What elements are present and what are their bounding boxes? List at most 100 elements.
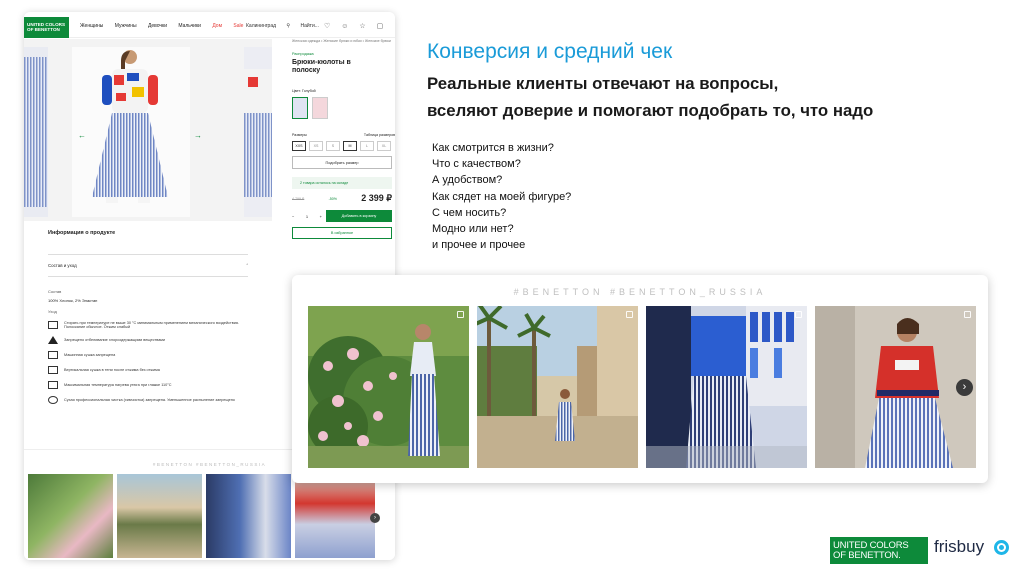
ugc-thumb[interactable]	[295, 474, 375, 558]
no-dry-clean-icon	[48, 396, 58, 404]
color-swatch-pink[interactable]	[312, 97, 328, 119]
wishlist-icon[interactable]: ☆	[359, 23, 365, 30]
benetton-logo-small[interactable]: UNITED COLORS OF BENETTON	[24, 17, 69, 38]
composition-label: Состав	[48, 289, 62, 294]
nav-item-boys[interactable]: Мальчики	[178, 23, 201, 29]
gallery-prev-arrow-icon[interactable]: ←	[78, 131, 86, 140]
pick-size-button[interactable]: Подобрать размер	[292, 156, 392, 169]
color-swatch-blue[interactable]	[292, 97, 308, 119]
search-link[interactable]: Найти...	[300, 23, 318, 29]
breadcrumb[interactable]: Женская одежда • Женские брюки и юбки • …	[292, 39, 395, 44]
ugc-photo[interactable]	[815, 306, 976, 468]
rose-bush-photo	[308, 306, 469, 468]
united-colors-of-benetton-logo: UNITED COLORS OF BENETTON.	[830, 537, 928, 564]
add-to-favorites-button[interactable]: В избранное	[292, 227, 392, 239]
nav-item-sale[interactable]: Sale	[233, 23, 243, 29]
size-option[interactable]: M	[343, 141, 357, 151]
ugc-thumb[interactable]	[206, 474, 291, 558]
ugc-photo[interactable]	[308, 306, 469, 468]
plus-icon[interactable]: +	[320, 214, 322, 219]
size-option[interactable]: S	[326, 141, 340, 151]
heart-icon[interactable]: ♡	[324, 23, 330, 30]
nav-item-women[interactable]: Женщины	[80, 23, 103, 29]
question-item: Как сядет на моей фигуре?	[432, 190, 572, 203]
frisbuy-logo-icon	[994, 540, 1009, 555]
iron-icon	[48, 381, 58, 389]
instagram-icon	[795, 311, 802, 318]
color-swatches	[292, 97, 395, 119]
question-item: С чем носить?	[432, 206, 507, 219]
size-option[interactable]: L	[360, 141, 374, 151]
user-icon[interactable]: ☺	[341, 23, 348, 30]
question-item: Как смотрится в жизни?	[432, 142, 554, 154]
no-tumble-dry-icon	[48, 351, 58, 359]
gallery-image-prev[interactable]	[24, 47, 48, 217]
stock-notice: 2 товара осталось на складе	[292, 177, 392, 189]
size-option[interactable]: XS	[309, 141, 323, 151]
add-to-cart-button[interactable]: Добавить в корзину	[326, 210, 392, 222]
city-selector[interactable]: Калининград	[246, 23, 276, 29]
gallery-next-arrow-icon[interactable]: →	[194, 131, 202, 140]
questions-list: Как смотрится в жизни? Что с качеством? …	[432, 140, 571, 253]
instagram-icon	[457, 311, 464, 318]
chevron-up-icon: ˆ	[246, 263, 248, 268]
chevron-right-icon[interactable]: ›	[956, 379, 973, 396]
no-bleach-icon	[48, 336, 58, 344]
sale-label: Распродажа	[292, 52, 314, 56]
ugc-thumb[interactable]	[28, 474, 113, 558]
red-hoodie-photo	[815, 306, 976, 468]
current-price: 2 399 ₽	[361, 193, 392, 203]
care-item: Запрещено отбеливание хлорсодержащими ве…	[48, 336, 248, 344]
question-item: А удобством?	[432, 174, 503, 187]
gallery-image-main[interactable]	[72, 47, 190, 217]
question-item: Модно или нет?	[432, 223, 514, 236]
gallery-image-next[interactable]	[244, 47, 272, 217]
ugc-widget: #BENETTON #BENETTON_RUSSIA ›	[292, 275, 988, 483]
care-item: Вертикальная сушка в тени после отжима б…	[48, 366, 248, 374]
model-illustration	[92, 50, 168, 203]
care-label: Уход	[48, 309, 57, 314]
discount-badge: -50%	[328, 196, 337, 201]
wash-icon	[48, 321, 58, 329]
cart-icon[interactable]: ▢	[377, 23, 384, 30]
instagram-icon	[626, 311, 633, 318]
ugc-photo[interactable]	[477, 306, 638, 468]
composition-value: 100% Хлопок, 2% Эластан	[48, 298, 98, 303]
question-item: и прочее и прочее	[432, 239, 526, 252]
care-item: Сухая профессиональная чистка (химчистка…	[48, 396, 248, 404]
nav-right: Калининград ⚲ Найти...	[246, 23, 328, 29]
line-dry-icon	[48, 366, 58, 374]
size-chart-link[interactable]: Таблица размеров	[364, 133, 395, 137]
nav-item-home[interactable]: Дом	[212, 23, 222, 29]
product-title: Брюки-кюлоты в полоску	[292, 59, 351, 74]
minus-icon[interactable]: −	[292, 214, 294, 219]
ugc-thumb[interactable]	[117, 474, 202, 558]
instagram-icon	[964, 311, 971, 318]
nav-links: Женщины Мужчины Девочки Мальчики Дом Sal…	[80, 23, 253, 29]
quantity-stepper[interactable]: − 1 +	[292, 214, 326, 219]
top-navigation: UNITED COLORS OF BENETTON Женщины Мужчин…	[24, 12, 395, 38]
frisbuy-logo: frisbuy	[934, 537, 985, 556]
composition-accordion[interactable]: Состав и уход ˆ	[48, 254, 248, 277]
buy-row: − 1 + Добавить в корзину	[292, 210, 392, 222]
chevron-right-icon[interactable]: ›	[370, 513, 380, 523]
nav-icons: ♡ ☺ ☆ ▢	[324, 22, 392, 30]
size-selector: XXS XS S M L XL	[292, 141, 395, 151]
product-gallery: ← →	[24, 39, 272, 221]
care-item: Машинная сушка запрещена	[48, 351, 248, 359]
product-info: Информация о продукте Состав и уход ˆ Со…	[48, 230, 248, 411]
ugc-photo[interactable]	[646, 306, 807, 468]
nav-item-girls[interactable]: Девочки	[148, 23, 167, 29]
question-item: Что с качеством?	[432, 158, 521, 171]
care-item: Стирать при температуре не выше 30 °С ми…	[48, 321, 248, 329]
slide-title: Конверсия и средний чек	[427, 40, 673, 63]
widget-hashtags: #BENETTON #BENETTON_RUSSIA	[513, 287, 767, 297]
search-icon[interactable]: ⚲	[286, 23, 290, 29]
product-info-title: Информация о продукте	[48, 230, 116, 236]
palm-street-photo	[477, 306, 638, 468]
nav-item-men[interactable]: Мужчины	[115, 23, 137, 29]
color-label: Цвет: Голубой	[292, 89, 316, 93]
size-option[interactable]: XXS	[292, 141, 306, 151]
sizes-header: Размеры Таблица размеров	[292, 133, 395, 137]
size-option[interactable]: XL	[377, 141, 391, 151]
